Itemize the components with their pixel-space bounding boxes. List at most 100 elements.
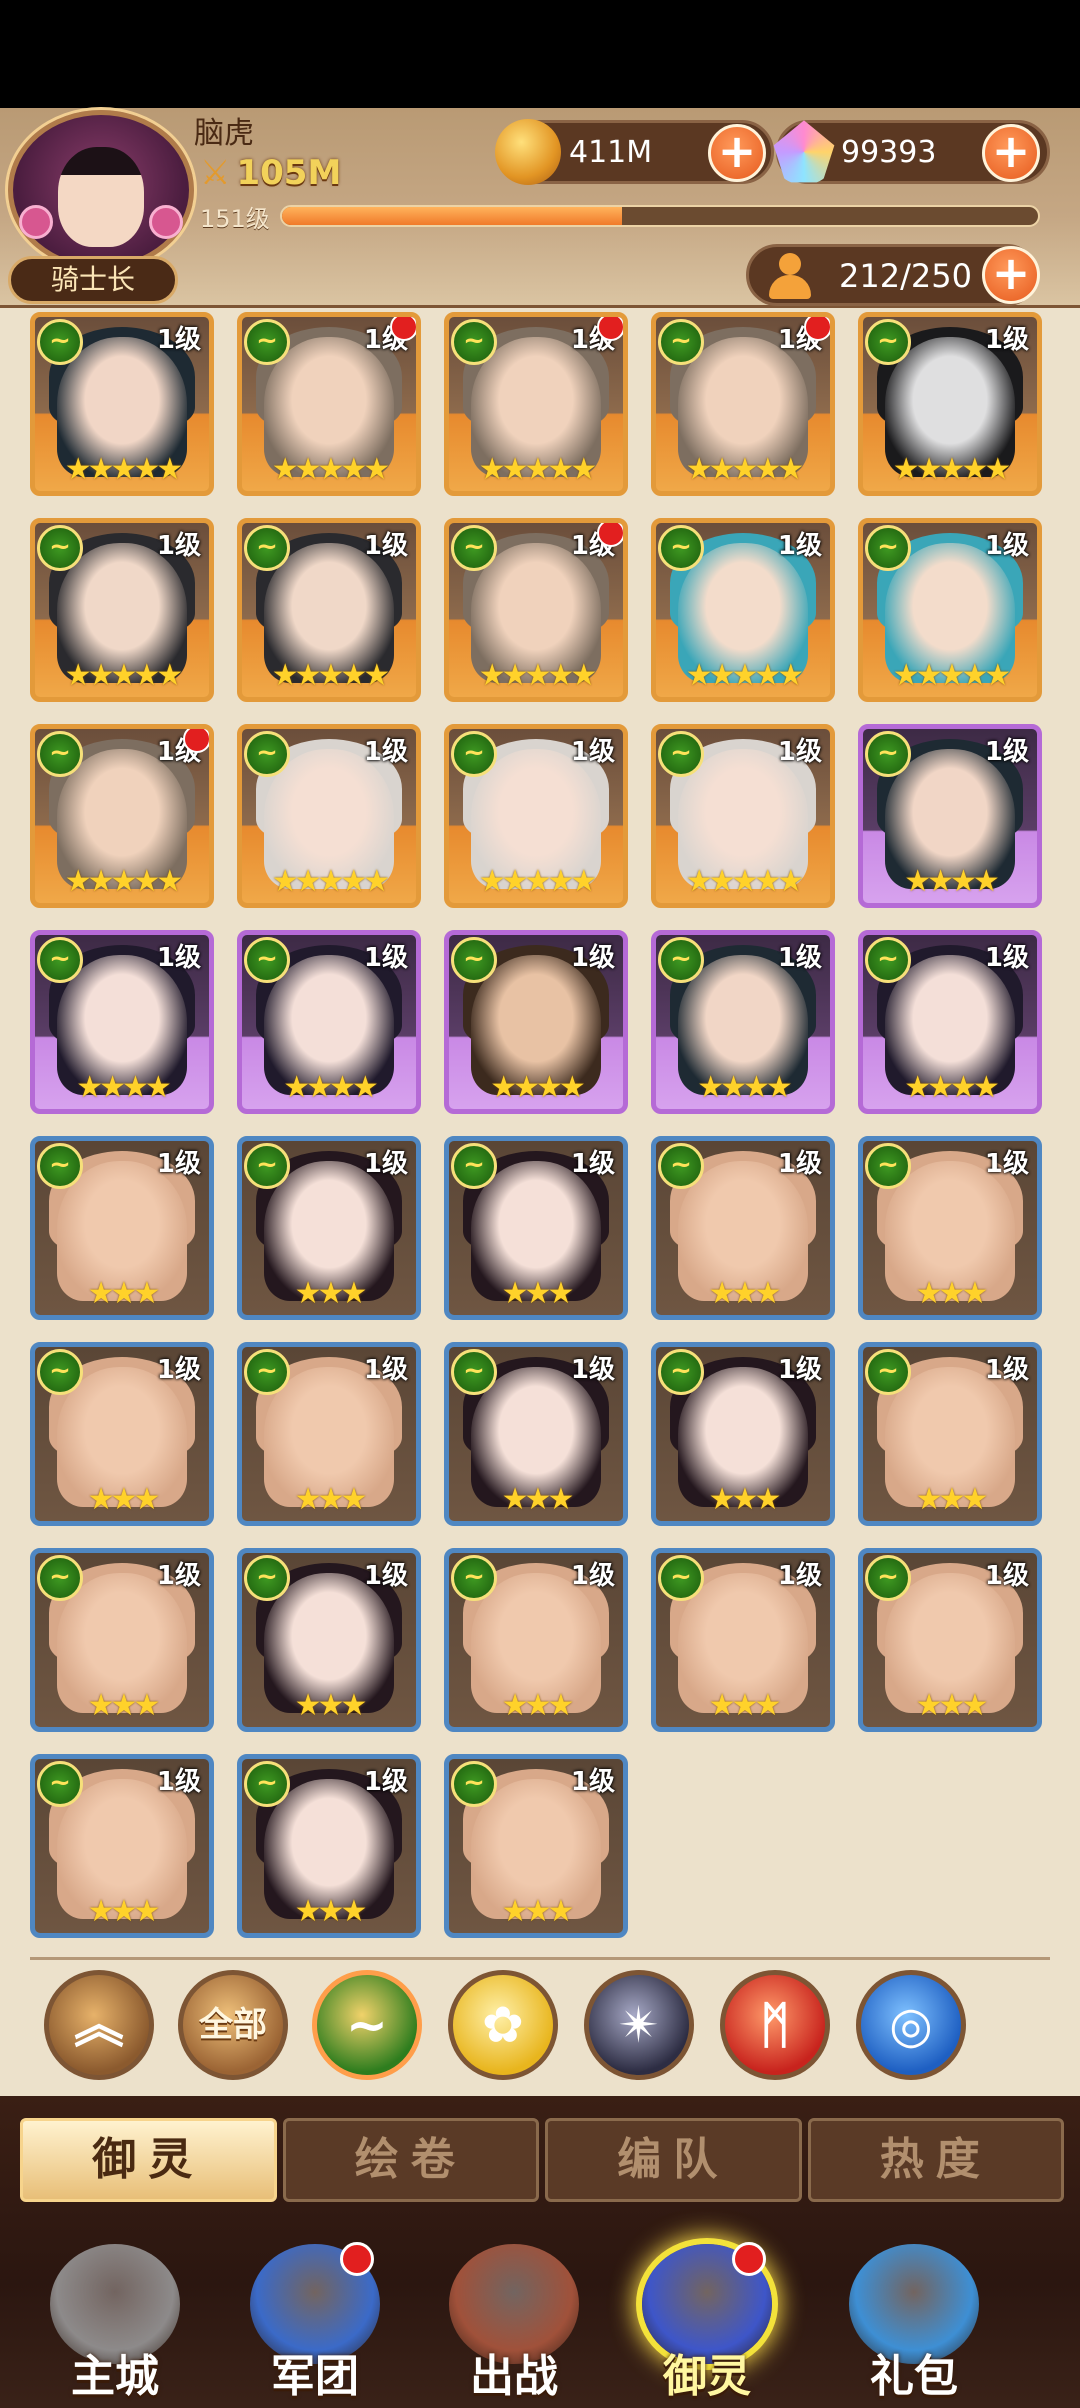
light-filter-button[interactable]: ✿	[448, 1970, 558, 2080]
collapse-filter-button[interactable]: ︽	[44, 1970, 154, 2080]
nav-item-0[interactable]: 主城	[30, 2238, 200, 2408]
hero-card[interactable]: ~1级 ★★★	[858, 1548, 1042, 1732]
star-rating: ★★★★★	[64, 452, 183, 487]
hero-card[interactable]: ~1级 ★★★★★	[237, 518, 421, 702]
nature-element-icon: ~	[37, 731, 83, 777]
hero-card[interactable]: ~1级 ★★★	[651, 1342, 835, 1526]
nav-label: 礼包	[870, 2351, 958, 2402]
star-rating: ★★★★★	[271, 864, 390, 899]
hero-level: 1级	[984, 943, 1029, 973]
hero-card[interactable]: ~1级 ★★★★★	[30, 312, 214, 496]
gold-value: 411M	[569, 135, 653, 170]
nature-element-icon: ~	[451, 525, 497, 571]
hero-level: 1级	[363, 1561, 408, 1591]
fire-filter-button[interactable]: ᛗ	[720, 1970, 830, 2080]
hero-level: 1级	[363, 531, 408, 561]
tab-1[interactable]: 绘卷	[282, 2118, 539, 2202]
hero-level: 1级	[570, 1767, 615, 1797]
hero-card[interactable]: ~1级 ★★★	[651, 1548, 835, 1732]
hero-card[interactable]: ~1级 ★★★	[444, 1342, 628, 1526]
water-filter-button[interactable]: ◎	[856, 1970, 966, 2080]
avatar-portrait	[58, 147, 144, 247]
hero-card[interactable]: ~1级 ★★★★★	[237, 724, 421, 908]
hero-level: 1级	[363, 737, 408, 767]
tab-0[interactable]: 御灵	[20, 2118, 277, 2202]
hero-card[interactable]: ~1级 ★★★★	[237, 930, 421, 1114]
hero-card[interactable]: ~1级 ★★★	[444, 1548, 628, 1732]
hero-card[interactable]: ~1级 ★★★	[237, 1548, 421, 1732]
nav-item-3[interactable]: 御灵	[622, 2238, 792, 2408]
star-rating: ★★★★★	[685, 452, 804, 487]
star-rating: ★★★	[87, 1894, 161, 1929]
hero-level: 1级	[984, 531, 1029, 561]
hero-card[interactable]: ~1级 ★★★	[30, 1342, 214, 1526]
hero-level: 1级	[777, 1149, 822, 1179]
nav-item-2[interactable]: 出战	[429, 2238, 599, 2408]
nav-item-1[interactable]: 军团	[230, 2238, 400, 2408]
hero-card[interactable]: ~1级 ★★★★★	[444, 724, 628, 908]
nav-item-4[interactable]: 礼包	[829, 2238, 999, 2408]
hero-card[interactable]: ~1级 ★★★	[237, 1754, 421, 1938]
hero-card[interactable]: ~1级 ★★★	[30, 1136, 214, 1320]
nature-filter-button[interactable]: ~	[312, 1970, 422, 2080]
bottom-nav: 主城 军团 出战 御灵 礼包	[0, 2228, 1080, 2408]
hero-level: 1级	[984, 1561, 1029, 1591]
hero-card[interactable]: ~1级 ★★★	[444, 1136, 628, 1320]
notification-dot	[340, 2242, 374, 2276]
star-rating: ★★★★★	[64, 864, 183, 899]
hero-card[interactable]: ~1级 ★★★	[237, 1342, 421, 1526]
leaf-icon: ~	[346, 1996, 388, 2054]
hero-level: 1级	[570, 737, 615, 767]
tab-2[interactable]: 编队	[545, 2118, 802, 2202]
nature-element-icon: ~	[658, 937, 704, 983]
hero-card[interactable]: ~1级 ★★★	[444, 1754, 628, 1938]
hero-card[interactable]: ~1级 ★★★★	[858, 930, 1042, 1114]
gem-value: 99393	[841, 135, 937, 170]
hero-card[interactable]: ~1级 ★★★★	[651, 930, 835, 1114]
nature-element-icon: ~	[37, 1349, 83, 1395]
nature-element-icon: ~	[658, 731, 704, 777]
hero-card[interactable]: ~1级 ★★★	[30, 1754, 214, 1938]
nature-element-icon: ~	[658, 319, 704, 365]
exp-bar-fill	[282, 207, 623, 225]
player-avatar[interactable]	[8, 110, 194, 270]
sub-tabs: 御灵 绘卷 编队 热度	[20, 2118, 1064, 2208]
hero-level: 1级	[156, 1561, 201, 1591]
hero-card[interactable]: ~1级 ★★★★★	[858, 518, 1042, 702]
hero-card[interactable]: ~1级 ★★★★★	[651, 724, 835, 908]
hero-card[interactable]: ~1级 ★★★★★	[858, 312, 1042, 496]
add-gold-button[interactable]: +	[708, 124, 766, 182]
player-level: 151级	[200, 204, 270, 233]
tab-3[interactable]: 热度	[807, 2118, 1064, 2202]
hero-card[interactable]: ~1级 ★★★★	[444, 930, 628, 1114]
star-rating: ★★★	[915, 1276, 989, 1311]
status-bar	[0, 0, 1080, 108]
hero-card[interactable]: ~1级 ★★★★★	[237, 312, 421, 496]
all-filter-button[interactable]: 全部	[178, 1970, 288, 2080]
hero-card[interactable]: ~1级 ★★★★	[858, 724, 1042, 908]
hero-card[interactable]: ~1级 ★★★	[30, 1548, 214, 1732]
expand-roster-button[interactable]: +	[982, 246, 1040, 304]
hero-card[interactable]: ~1级 ★★★	[237, 1136, 421, 1320]
hero-card[interactable]: ~1级 ★★★	[651, 1136, 835, 1320]
element-filter-bar: ︽ 全部 ~ ✿ ✴ ᛗ ◎	[44, 1970, 1044, 2082]
nature-element-icon: ~	[37, 319, 83, 365]
dark-filter-button[interactable]: ✴	[584, 1970, 694, 2080]
hero-level: 1级	[984, 325, 1029, 355]
hero-card[interactable]: ~1级 ★★★★★	[30, 724, 214, 908]
hero-card[interactable]: ~1级 ★★★★★	[444, 312, 628, 496]
notification-dot	[183, 729, 209, 753]
nature-element-icon: ~	[244, 1349, 290, 1395]
hero-card[interactable]: ~1级 ★★★★★	[30, 518, 214, 702]
star-rating: ★★★	[87, 1482, 161, 1517]
hero-card[interactable]: ~1级 ★★★★	[30, 930, 214, 1114]
add-gems-button[interactable]: +	[982, 124, 1040, 182]
nature-element-icon: ~	[37, 525, 83, 571]
hero-card[interactable]: ~1级 ★★★★★	[651, 518, 835, 702]
hero-card[interactable]: ~1级 ★★★★★	[444, 518, 628, 702]
notification-dot	[732, 2242, 766, 2276]
hero-card[interactable]: ~1级 ★★★★★	[651, 312, 835, 496]
hero-card[interactable]: ~1级 ★★★	[858, 1342, 1042, 1526]
hero-card[interactable]: ~1级 ★★★	[858, 1136, 1042, 1320]
hero-level: 1级	[570, 943, 615, 973]
